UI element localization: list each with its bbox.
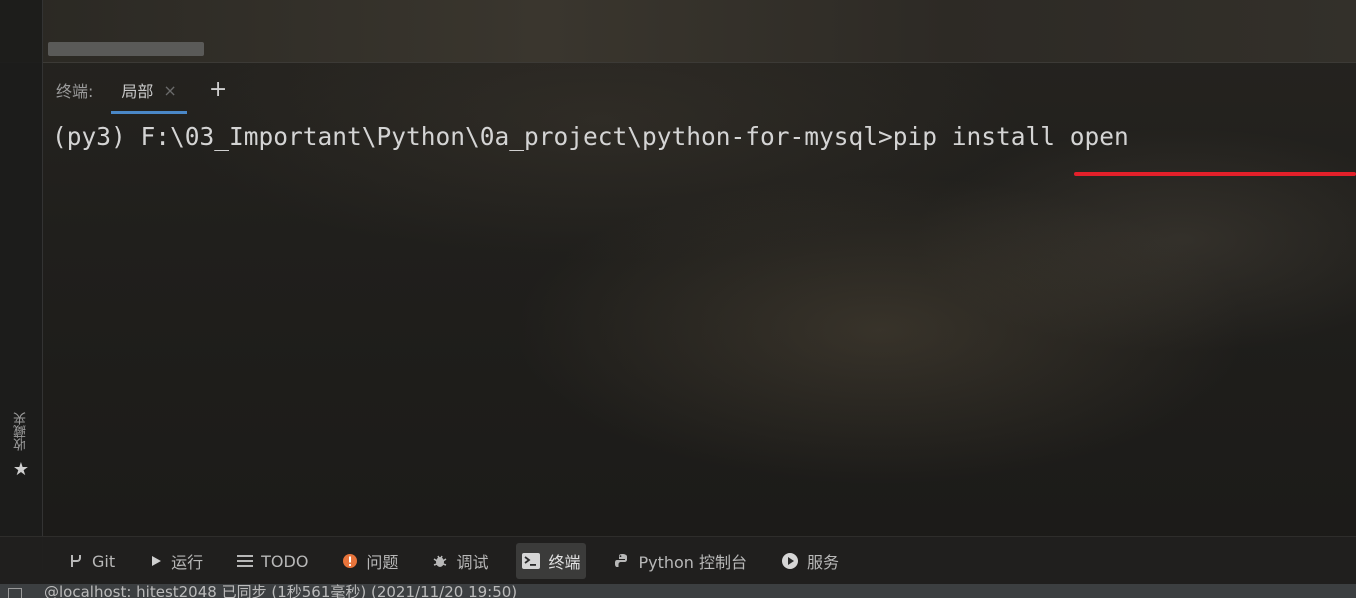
tool-services[interactable]: 服务 [775,543,845,579]
tool-todo-label: TODO [261,551,309,571]
status-bar: @localhost: hitest2048 已同步 (1秒561毫秒) (20… [0,584,1356,598]
tool-problems[interactable]: 问题 [336,543,404,579]
active-tab-indicator [111,111,187,114]
tool-problems-label: 问题 [366,553,399,572]
status-text: @localhost: hitest2048 已同步 (1秒561毫秒) (20… [44,584,518,598]
favorites-label: 收藏夹 [13,412,29,451]
tool-debug-label: 调试 [456,553,489,572]
close-icon[interactable]: × [163,81,176,100]
tool-git[interactable]: Git [62,546,121,577]
todo-list-icon [237,554,254,568]
status-square-icon[interactable] [8,588,22,598]
editor-area-strip [0,0,1356,63]
terminal-icon [522,553,541,569]
add-tab-icon[interactable]: + [209,79,227,101]
annotation-underline [1074,172,1356,176]
tool-python-console-label: Python 控制台 [638,553,748,572]
problems-icon [342,553,358,569]
debug-bug-icon [432,553,448,569]
tab-local-label: 局部 [121,82,154,101]
terminal-tab-bar: 终端: 局部 × + [42,64,1356,116]
services-icon [781,552,799,570]
horizontal-scrollbar[interactable] [48,42,204,56]
tool-git-label: Git [92,551,116,571]
tab-local[interactable]: 局部 × [111,64,187,116]
terminal-title: 终端: [56,82,94,101]
star-icon: ★ [12,459,30,480]
favorites-tab[interactable]: 收藏夹 ★ [10,412,32,512]
python-icon [614,553,630,569]
tool-todo[interactable]: TODO [231,546,314,577]
tool-terminal-label: 终端 [548,553,581,572]
tool-services-label: 服务 [807,553,840,572]
left-tool-stripe: 收藏夹 ★ [0,0,43,570]
git-branch-icon [68,553,84,569]
tool-python-console[interactable]: Python 控制台 [608,543,753,579]
tool-terminal[interactable]: 终端 [516,543,587,579]
bottom-tool-bar: Git 运行 TODO 问题 调试 终端 Python 控制台 服务 [0,536,1356,585]
tool-run-label: 运行 [171,553,204,572]
tool-debug[interactable]: 调试 [426,543,494,579]
tool-run[interactable]: 运行 [143,543,209,579]
run-icon [149,554,163,568]
terminal-output[interactable]: (py3) F:\03_Important\Python\0a_project\… [52,122,1356,172]
